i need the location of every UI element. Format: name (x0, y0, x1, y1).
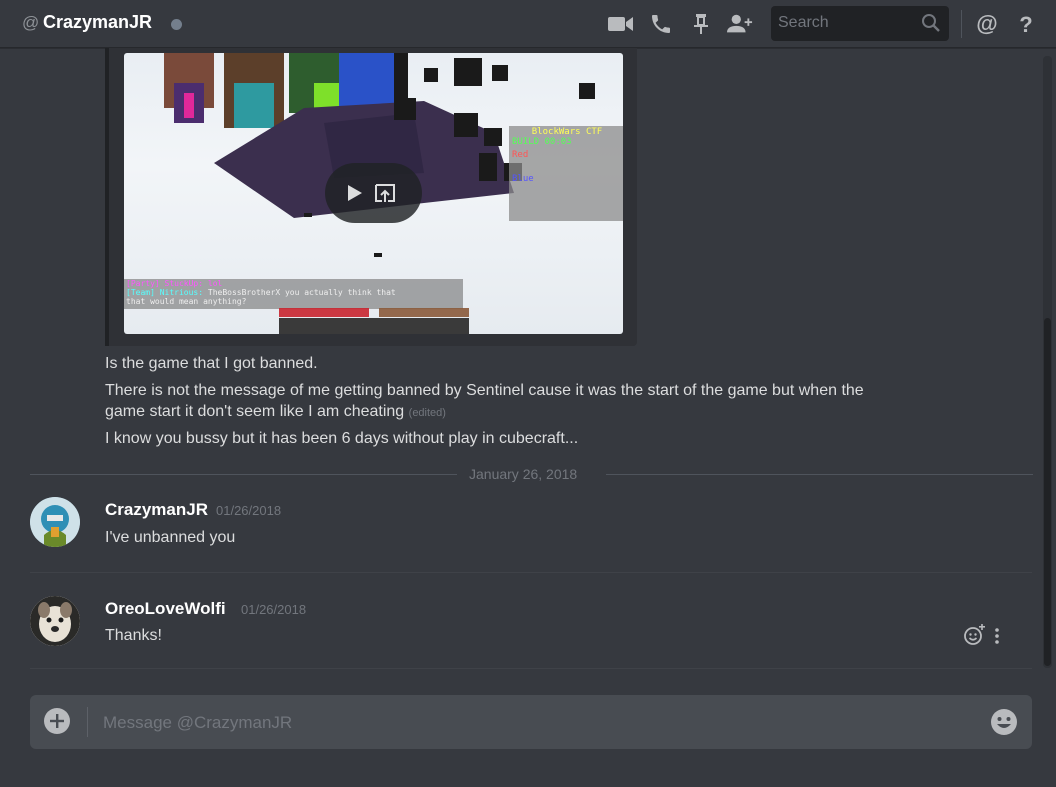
play-icon (347, 184, 363, 207)
add-reaction-icon[interactable] (963, 624, 985, 651)
scoreboard-red: Red (512, 150, 529, 160)
scoreboard: BlockWars CTF BUILD 00:03 Red Blue (512, 127, 622, 184)
date-divider-line-left (30, 474, 457, 475)
message-separator (30, 668, 1032, 669)
message-timestamp: 01/26/2018 (216, 503, 282, 518)
help-icon[interactable]: ? (1013, 12, 1039, 36)
message-text: Thanks! (105, 627, 162, 644)
message-text: game start it don't seem like I am cheat… (105, 403, 446, 421)
message-text: I've unbanned you (105, 529, 236, 546)
dm-recipient-name[interactable]: CrazymanJR (43, 12, 152, 33)
message-actions (963, 624, 1008, 646)
open-external-icon[interactable] (373, 182, 397, 209)
chat-line-1: [Party] StuckUp: lol (126, 279, 223, 288)
game-chat: [Party] StuckUp: lol [Team] Nitrious: Th… (126, 279, 464, 306)
play-button[interactable] (325, 163, 422, 223)
composer-divider (87, 707, 88, 737)
video-call-icon[interactable] (608, 12, 634, 36)
message-timestamp: 01/26/2018 (241, 602, 307, 617)
chat-line-2-prefix: [Team] Nitrious: (126, 288, 204, 297)
search-bar[interactable] (771, 6, 949, 41)
date-divider-label: January 26, 2018 (469, 466, 578, 482)
search-input[interactable] (778, 13, 918, 33)
at-icon[interactable]: @ (974, 12, 1000, 36)
voice-call-icon[interactable] (648, 12, 674, 36)
avatar[interactable] (30, 596, 80, 646)
message-separator (30, 572, 1032, 573)
date-divider-line-right (606, 474, 1033, 475)
header-divider (961, 10, 962, 38)
svg-text:?: ? (1019, 12, 1032, 36)
message-author[interactable]: OreoLoveWolfi (105, 599, 226, 619)
upload-button[interactable] (44, 708, 70, 734)
more-options-icon[interactable] (994, 628, 1000, 649)
message-text: Is the game that I got banned. (105, 355, 318, 372)
svg-text:@: @ (976, 12, 997, 36)
chat-line-2: [Team] Nitrious: TheBossBrotherX you act… (126, 288, 464, 297)
channel-header: @ CrazymanJR @ ? (0, 0, 1056, 48)
scoreboard-title: BlockWars CTF (531, 127, 603, 137)
chat-line-2-text: TheBossBrotherX you actually think that (207, 288, 396, 297)
scoreboard-build: BUILD 00:03 (512, 137, 572, 147)
chat-line-3: that would mean anything? (126, 297, 247, 306)
message-author[interactable]: CrazymanJR (105, 500, 208, 520)
status-indicator (171, 19, 182, 30)
add-friend-icon[interactable] (727, 12, 753, 36)
message-text: There is not the message of me getting b… (105, 382, 864, 399)
scoreboard-blue: Blue (512, 174, 534, 184)
pin-icon[interactable] (688, 12, 714, 36)
message-text-line: game start it don't seem like I am cheat… (105, 403, 405, 420)
message-text: I know you bussy but it has been 6 days … (105, 430, 579, 447)
search-icon (921, 13, 941, 33)
dm-at-symbol: @ (22, 13, 40, 32)
avatar[interactable] (30, 497, 80, 547)
message-input[interactable] (103, 712, 963, 734)
emoji-picker-icon[interactable] (990, 708, 1018, 736)
scrollbar-thumb[interactable] (1044, 318, 1051, 666)
edited-label: (edited) (408, 407, 446, 419)
